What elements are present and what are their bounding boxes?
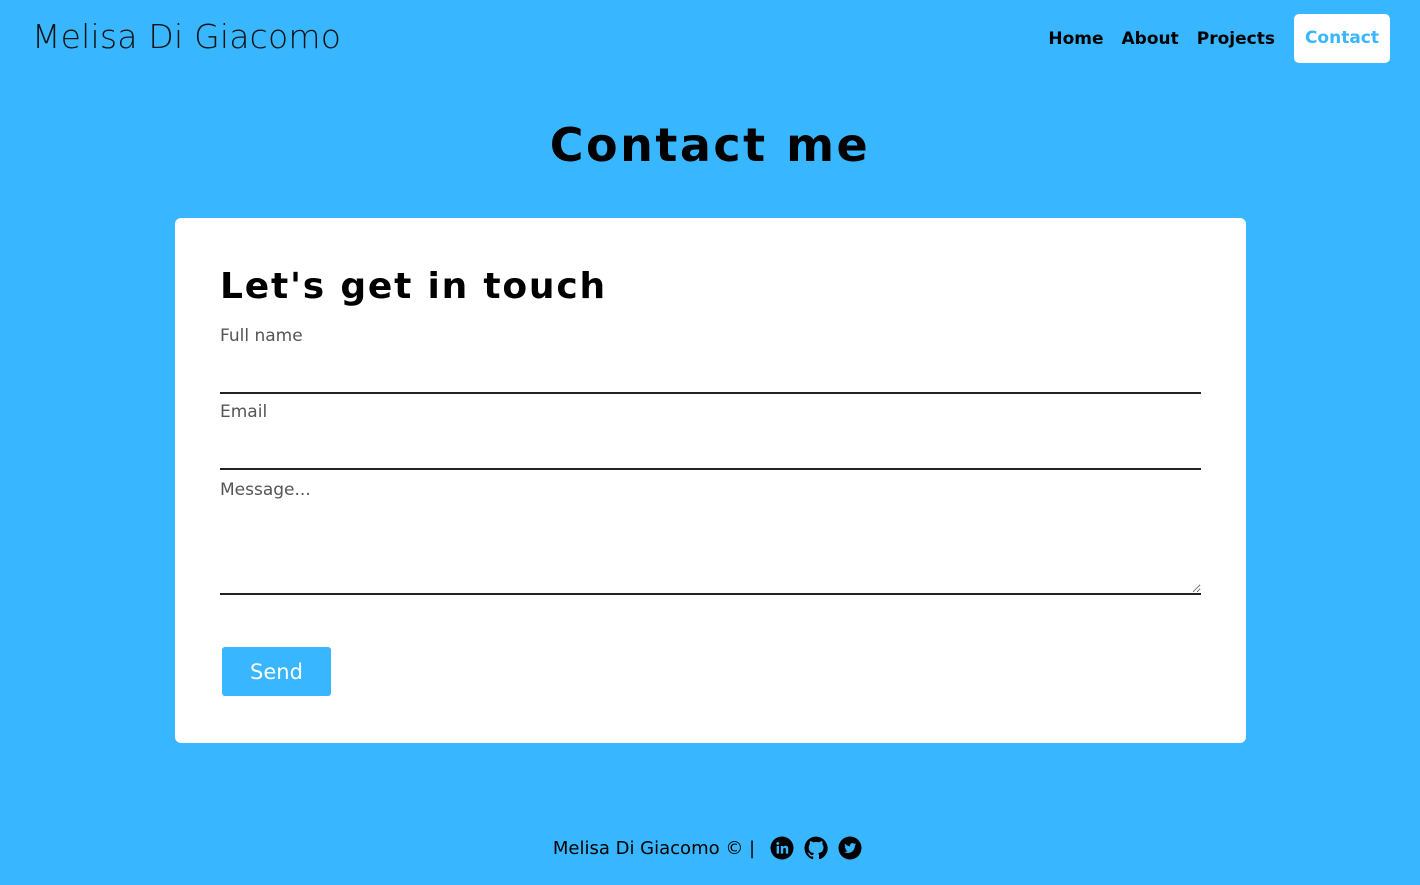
nav-projects-link[interactable]: Projects xyxy=(1188,15,1284,63)
nav-about-link[interactable]: About xyxy=(1113,15,1188,63)
page-title: Contact me xyxy=(549,118,871,172)
nav-links: Home About Projects Contact xyxy=(1039,14,1390,63)
form-heading: Let's get in touch xyxy=(220,266,607,307)
email-input[interactable] xyxy=(220,434,1201,470)
navbar: Melisa Di Giacomo Home About Projects Co… xyxy=(0,0,1420,78)
contact-form-card: Let's get in touch Full name Email Send xyxy=(175,218,1246,743)
nav-home-link[interactable]: Home xyxy=(1039,15,1112,63)
send-button[interactable]: Send xyxy=(222,647,331,696)
twitter-icon[interactable] xyxy=(838,836,862,860)
github-icon[interactable] xyxy=(804,836,828,860)
email-label: Email xyxy=(220,402,268,422)
linkedin-icon[interactable] xyxy=(770,836,794,860)
message-textarea[interactable] xyxy=(220,476,1201,595)
nav-contact-link[interactable]: Contact xyxy=(1293,14,1390,63)
brand-name[interactable]: Melisa Di Giacomo xyxy=(32,17,341,56)
full-name-label: Full name xyxy=(220,326,303,346)
full-name-input[interactable] xyxy=(220,358,1201,394)
footer: Melisa Di Giacomo © | xyxy=(0,836,1420,860)
footer-copyright: Melisa Di Giacomo © | xyxy=(552,837,756,859)
